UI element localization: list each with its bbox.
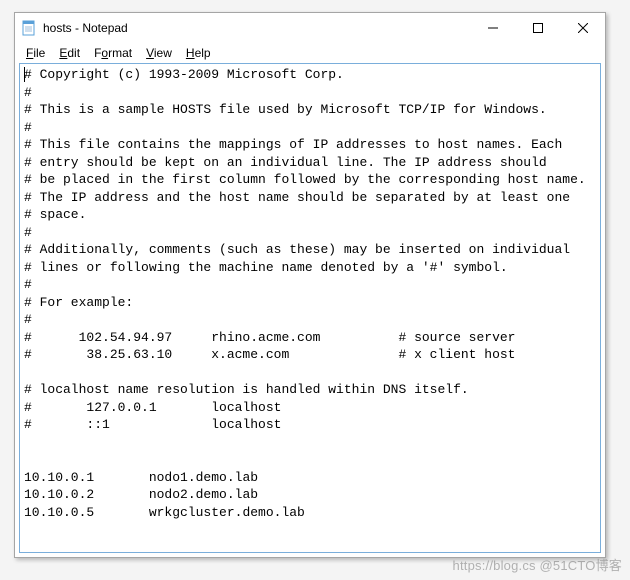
menu-help[interactable]: Help — [179, 45, 218, 61]
close-button[interactable] — [560, 13, 605, 43]
menu-file-rest: ile — [33, 46, 45, 60]
minimize-button[interactable] — [470, 13, 515, 43]
menu-view-rest: iew — [154, 46, 172, 60]
window-title: hosts - Notepad — [43, 21, 128, 35]
notepad-window: hosts - Notepad File Edit Format View He… — [14, 12, 606, 558]
titlebar[interactable]: hosts - Notepad — [15, 13, 605, 43]
menu-format-rest: rmat — [108, 46, 132, 60]
close-icon — [578, 23, 588, 33]
editor-container: # Copyright (c) 1993-2009 Microsoft Corp… — [19, 63, 601, 553]
maximize-button[interactable] — [515, 13, 560, 43]
menu-file[interactable]: File — [19, 45, 52, 61]
menu-format[interactable]: Format — [87, 45, 139, 61]
maximize-icon — [533, 23, 543, 33]
notepad-icon — [21, 20, 37, 36]
text-editor[interactable]: # Copyright (c) 1993-2009 Microsoft Corp… — [20, 64, 600, 552]
menu-help-rest: elp — [195, 46, 211, 60]
menu-edit-rest: dit — [67, 46, 80, 60]
menubar: File Edit Format View Help — [15, 43, 605, 63]
menu-view[interactable]: View — [139, 45, 179, 61]
editor-content: # Copyright (c) 1993-2009 Microsoft Corp… — [24, 67, 586, 520]
menu-edit[interactable]: Edit — [52, 45, 87, 61]
minimize-icon — [488, 23, 498, 33]
